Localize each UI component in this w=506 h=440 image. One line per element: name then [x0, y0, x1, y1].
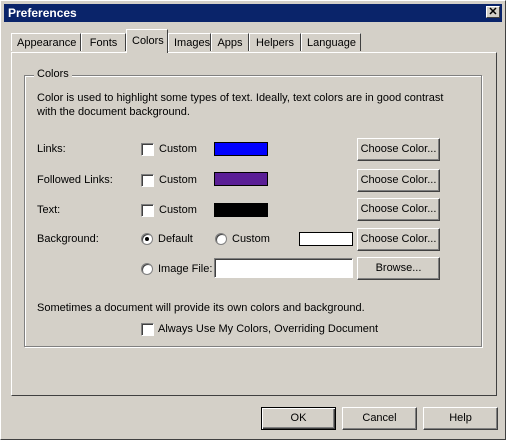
description-line-2: with the document background. — [37, 106, 190, 118]
ok-button[interactable]: OK — [261, 407, 336, 430]
always-use-checkbox[interactable] — [141, 323, 154, 336]
override-note: Sometimes a document will provide its ow… — [37, 302, 365, 314]
tab-fonts[interactable]: Fonts — [81, 33, 126, 51]
tab-images[interactable]: Images — [168, 33, 211, 51]
links-label: Links: — [37, 143, 66, 155]
tab-language[interactable]: Language — [301, 33, 361, 51]
close-icon[interactable]: ✕ — [486, 6, 500, 18]
preferences-dialog: Preferences ✕ Appearance Fonts Colors Im… — [0, 0, 506, 440]
group-title: Colors — [34, 68, 72, 80]
tab-colors[interactable]: Colors — [126, 29, 168, 53]
followed-color-swatch — [214, 172, 268, 186]
text-color-swatch — [214, 203, 268, 217]
links-choose-color-button[interactable]: Choose Color... — [357, 138, 440, 161]
window-title: Preferences — [8, 6, 77, 20]
text-label: Text: — [37, 204, 61, 216]
always-use-label[interactable]: Always Use My Colors, Overriding Documen… — [158, 323, 378, 335]
background-default-radio[interactable] — [141, 233, 153, 245]
image-file-radio[interactable] — [141, 263, 153, 275]
description-line-1: Color is used to highlight some types of… — [37, 92, 444, 104]
followed-custom-checkbox[interactable] — [141, 174, 154, 187]
image-file-label[interactable]: Image File: — [158, 263, 212, 275]
links-custom-label[interactable]: Custom — [159, 143, 197, 155]
cancel-button[interactable]: Cancel — [342, 407, 417, 430]
tab-helpers[interactable]: Helpers — [249, 33, 301, 51]
background-custom-radio[interactable] — [215, 233, 227, 245]
followed-choose-color-button[interactable]: Choose Color... — [357, 169, 440, 192]
image-file-input[interactable] — [214, 258, 353, 278]
tab-appearance[interactable]: Appearance — [11, 33, 81, 51]
text-choose-color-button[interactable]: Choose Color... — [357, 198, 440, 221]
background-label: Background: — [37, 233, 99, 245]
links-color-swatch — [214, 142, 268, 156]
background-choose-color-button[interactable]: Choose Color... — [357, 228, 440, 251]
browse-button[interactable]: Browse... — [357, 257, 440, 280]
followed-links-label: Followed Links: — [37, 174, 113, 186]
text-custom-checkbox[interactable] — [141, 204, 154, 217]
followed-custom-label[interactable]: Custom — [159, 174, 197, 186]
text-custom-label[interactable]: Custom — [159, 204, 197, 216]
title-bar[interactable]: Preferences ✕ — [4, 4, 502, 22]
background-custom-label[interactable]: Custom — [232, 233, 270, 245]
help-button[interactable]: Help — [423, 407, 498, 430]
background-color-swatch — [299, 232, 353, 246]
background-default-label[interactable]: Default — [158, 233, 193, 245]
tab-apps[interactable]: Apps — [211, 33, 249, 51]
links-custom-checkbox[interactable] — [141, 143, 154, 156]
